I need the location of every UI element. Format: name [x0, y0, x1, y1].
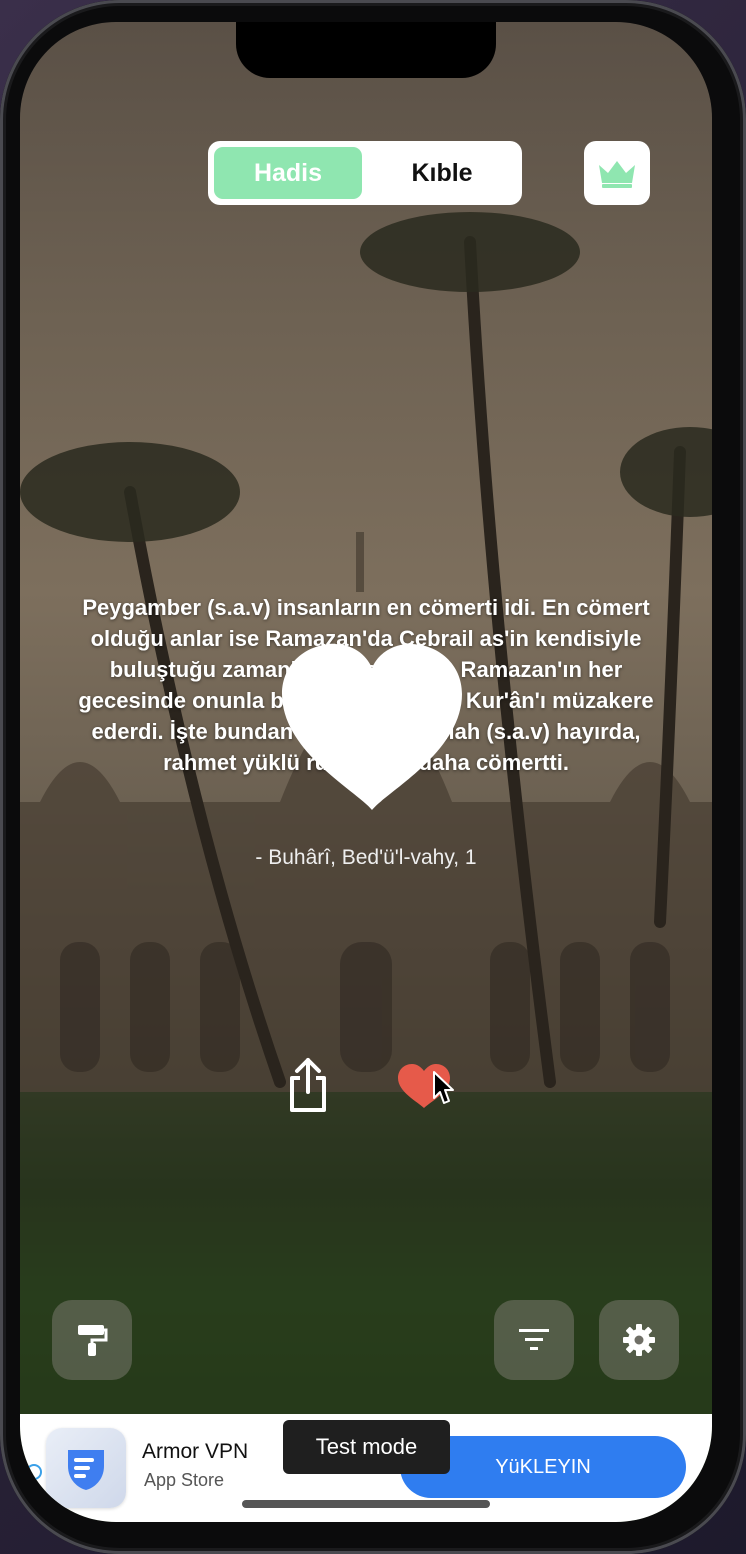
premium-button[interactable]	[584, 141, 650, 205]
ad-app-name: Armor VPN	[142, 1440, 249, 1463]
hadith-source: - Buhârî, Bed'ü'l-vahy, 1	[255, 846, 477, 869]
theme-brush-button[interactable]	[52, 1300, 132, 1380]
settings-button[interactable]	[599, 1300, 679, 1380]
share-button[interactable]	[284, 1056, 332, 1114]
filter-icon	[519, 1329, 549, 1350]
device-notch	[236, 22, 496, 78]
tab-hadis[interactable]: Hadis	[214, 147, 362, 199]
test-mode-badge: Test mode	[283, 1420, 450, 1474]
app-screen: Hadis Kıble Peygamber (s.a.v) insanların…	[20, 22, 712, 1522]
gear-icon	[623, 1324, 655, 1356]
crown-icon	[599, 161, 635, 188]
share-icon	[290, 1058, 326, 1112]
shield-icon	[68, 1450, 104, 1490]
ad-info-icon[interactable]	[26, 1464, 42, 1480]
tab-kible[interactable]: Kıble	[368, 147, 516, 199]
ad-store-name: App Store	[144, 1470, 225, 1490]
like-animation-heart-icon	[282, 644, 462, 810]
home-indicator[interactable]	[242, 1500, 490, 1508]
mouse-pointer-icon	[433, 1071, 454, 1104]
ad-app-icon[interactable]	[46, 1428, 126, 1508]
filter-button[interactable]	[494, 1300, 574, 1380]
paint-roller-icon	[78, 1325, 108, 1356]
mode-segmented-control: Hadis Kıble	[208, 141, 522, 205]
